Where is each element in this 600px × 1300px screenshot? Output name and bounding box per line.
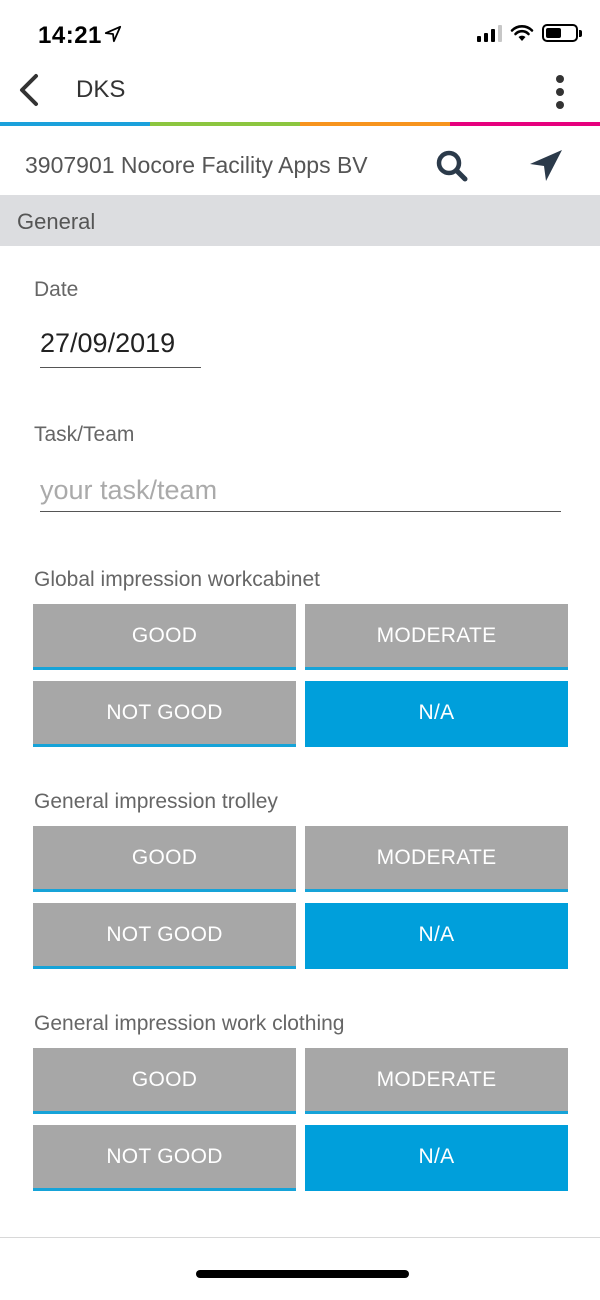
more-vertical-icon: [556, 75, 564, 83]
task-team-input[interactable]: [40, 470, 561, 512]
option-moderate-button[interactable]: MODERATE: [305, 604, 568, 670]
back-button[interactable]: [12, 68, 48, 112]
date-label: Date: [34, 278, 79, 301]
question-label: General impression trolley: [34, 790, 278, 813]
status-bar: 14:21: [0, 0, 600, 70]
option-good-button[interactable]: GOOD: [33, 604, 296, 670]
search-icon: [436, 150, 468, 182]
section-title: General: [17, 209, 96, 234]
task-team-label: Task/Team: [34, 423, 135, 446]
option-na-button[interactable]: N/A: [305, 681, 568, 747]
question-label: Global impression workcabinet: [34, 568, 320, 591]
option-not-good-button[interactable]: NOT GOOD: [33, 903, 296, 969]
app-title: DKS: [76, 76, 126, 103]
brand-color-strip: [0, 122, 600, 126]
status-indicators: [477, 24, 582, 42]
status-time: 14:21: [38, 22, 102, 49]
home-indicator[interactable]: [196, 1270, 409, 1278]
option-na-button[interactable]: N/A: [305, 903, 568, 969]
client-name: 3907901 Nocore Facility Apps BV: [25, 152, 368, 178]
option-na-button[interactable]: N/A: [305, 1125, 568, 1191]
more-options-button[interactable]: [540, 74, 580, 110]
question-label: General impression work clothing: [34, 1012, 345, 1035]
option-moderate-button[interactable]: MODERATE: [305, 826, 568, 892]
option-moderate-button[interactable]: MODERATE: [305, 1048, 568, 1114]
option-good-button[interactable]: GOOD: [33, 1048, 296, 1114]
navigate-button[interactable]: [524, 146, 568, 186]
option-not-good-button[interactable]: NOT GOOD: [33, 681, 296, 747]
back-arrow-icon: [20, 74, 38, 106]
section-header: General: [0, 195, 600, 246]
search-button[interactable]: [430, 146, 474, 186]
date-field[interactable]: 27/09/2019: [40, 326, 201, 368]
bottom-bar: [0, 1237, 600, 1300]
signal-icon: [477, 24, 502, 42]
client-row: 3907901 Nocore Facility Apps BV: [0, 136, 600, 194]
wifi-icon: [510, 25, 534, 41]
option-not-good-button[interactable]: NOT GOOD: [33, 1125, 296, 1191]
battery-icon: [542, 24, 582, 42]
option-good-button[interactable]: GOOD: [33, 826, 296, 892]
location-arrow-icon: [104, 25, 122, 43]
navigation-arrow-icon: [530, 150, 562, 181]
app-bar: DKS: [0, 62, 600, 120]
